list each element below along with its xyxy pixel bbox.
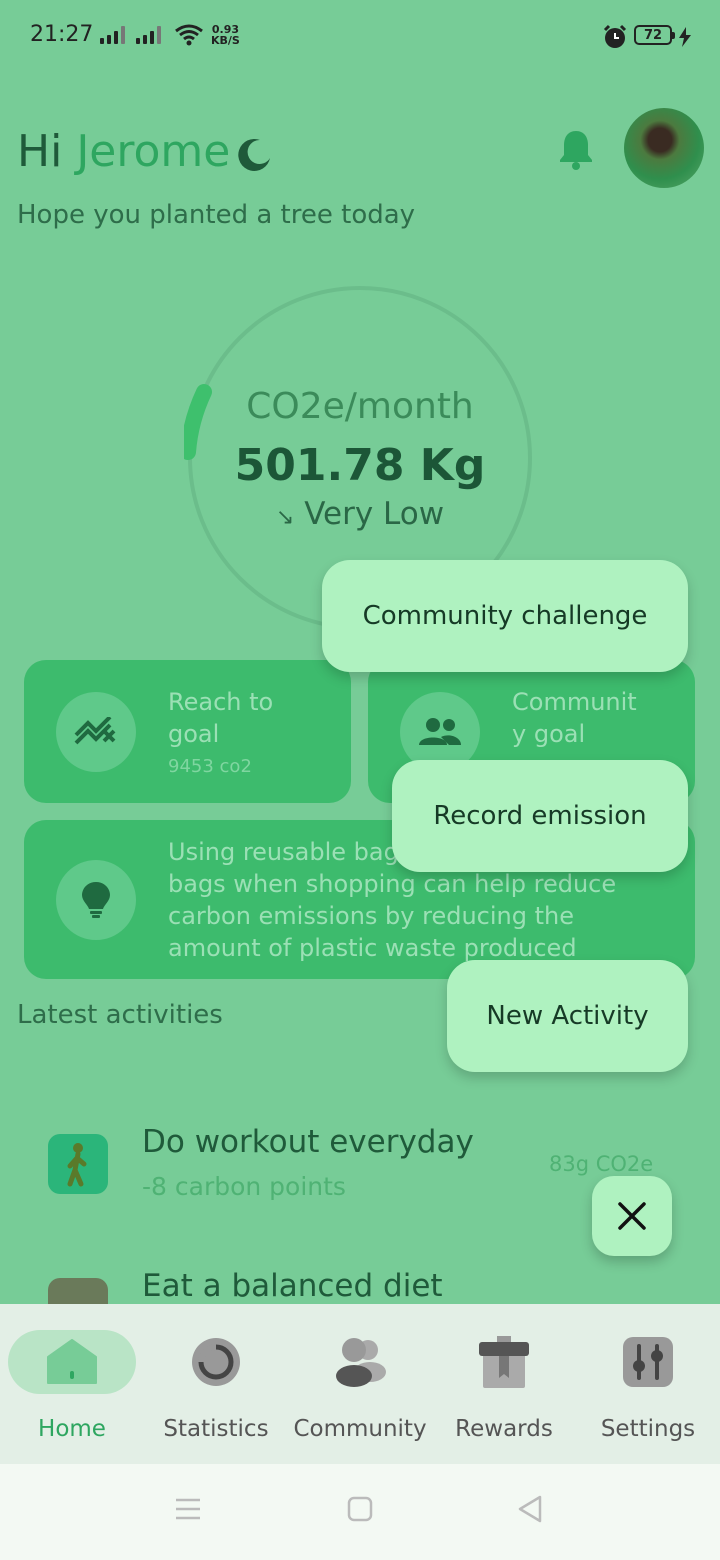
status-bar: 21:27 0.93 KB/S 72 xyxy=(0,0,720,72)
activity-points: -8 carbon points xyxy=(142,1172,346,1201)
statistics-icon xyxy=(192,1338,240,1386)
tip-line: carbon emissions by reducing the xyxy=(168,902,574,930)
greeting: Hi Jerome xyxy=(17,126,274,177)
system-navigation-bar xyxy=(0,1464,720,1560)
tip-line: bags when shopping can help reduce xyxy=(168,870,617,898)
signal-2-icon xyxy=(136,26,161,44)
greeting-name: Jerome xyxy=(76,126,231,177)
wifi-icon xyxy=(175,24,203,46)
nav-settings-icon-wrap xyxy=(584,1330,712,1394)
moon-icon xyxy=(238,138,271,171)
nav-settings[interactable]: Settings xyxy=(584,1304,712,1464)
nav-statistics[interactable]: Statistics xyxy=(152,1304,280,1464)
latest-activities-title: Latest activities xyxy=(17,1000,223,1030)
new-activity-button[interactable]: New Activity xyxy=(447,960,688,1072)
trend-down-icon: ↘ xyxy=(275,505,295,530)
gauge-caption: CO2e/month xyxy=(246,386,474,427)
leaf-icon xyxy=(48,1278,108,1304)
goal-card-sub: 9453 co2 xyxy=(168,756,252,777)
gauge-value: 501.78 Kg xyxy=(234,440,486,491)
gift-icon xyxy=(479,1336,529,1388)
network-speed: 0.93 KB/S xyxy=(211,24,240,46)
activity-item[interactable]: Eat a balanced diet xyxy=(0,1268,720,1304)
bottom-navigation: Home Statistics Community Rewards Settin… xyxy=(0,1304,720,1464)
nav-rewards-icon-wrap xyxy=(440,1330,568,1394)
alarm-icon xyxy=(603,24,627,48)
goal-title-line1: Reach to xyxy=(168,688,274,716)
nav-home[interactable]: Home xyxy=(8,1304,136,1464)
charging-icon xyxy=(679,27,691,47)
walking-icon xyxy=(48,1134,108,1194)
gauge-status-text: Very Low xyxy=(304,496,445,532)
nav-statistics-label: Statistics xyxy=(163,1416,269,1442)
gauge-status: ↘ Very Low xyxy=(0,496,720,532)
activity-title: Do workout everyday xyxy=(142,1124,474,1160)
net-speed-unit: KB/S xyxy=(211,34,240,47)
close-icon xyxy=(618,1202,646,1230)
activity-value: 83g CO2e xyxy=(549,1152,654,1176)
recents-menu-icon[interactable] xyxy=(174,1494,202,1524)
close-fab-button[interactable] xyxy=(592,1176,672,1256)
community-icon xyxy=(336,1338,386,1387)
trending-icon xyxy=(56,692,136,772)
sliders-icon xyxy=(623,1337,673,1387)
record-emission-button[interactable]: Record emission xyxy=(392,760,688,872)
nav-community[interactable]: Community xyxy=(288,1304,432,1464)
notification-bell-icon[interactable] xyxy=(557,128,595,170)
battery-indicator: 72 xyxy=(634,25,675,45)
home-icon xyxy=(47,1339,97,1384)
nav-community-icon-wrap xyxy=(296,1330,424,1394)
lightbulb-icon xyxy=(56,860,136,940)
nav-home-label: Home xyxy=(38,1416,106,1442)
community-card-title: Communit y goal xyxy=(512,686,637,750)
goal-card-title: Reach to goal xyxy=(168,686,273,750)
community-challenge-button[interactable]: Community challenge xyxy=(322,560,688,672)
nav-community-label: Community xyxy=(293,1416,427,1442)
community-title-line1: Communit xyxy=(512,688,637,716)
greeting-subtitle: Hope you planted a tree today xyxy=(17,200,416,230)
community-title-line2: y goal xyxy=(512,720,586,748)
signal-1-icon xyxy=(100,26,125,44)
nav-settings-label: Settings xyxy=(600,1416,696,1442)
nav-statistics-icon-wrap xyxy=(152,1330,280,1394)
home-square-icon[interactable] xyxy=(346,1494,374,1524)
back-triangle-icon[interactable] xyxy=(516,1494,544,1524)
nav-home-icon-wrap xyxy=(8,1330,136,1394)
goal-title-line2: goal xyxy=(168,720,220,748)
user-avatar[interactable] xyxy=(624,108,704,188)
nav-rewards[interactable]: Rewards xyxy=(440,1304,568,1464)
nav-rewards-label: Rewards xyxy=(455,1416,553,1442)
goal-card[interactable]: Reach to goal 9453 co2 xyxy=(24,660,351,803)
status-time: 21:27 xyxy=(30,22,94,47)
activity-title: Eat a balanced diet xyxy=(142,1268,443,1304)
greeting-hi: Hi xyxy=(17,126,63,177)
